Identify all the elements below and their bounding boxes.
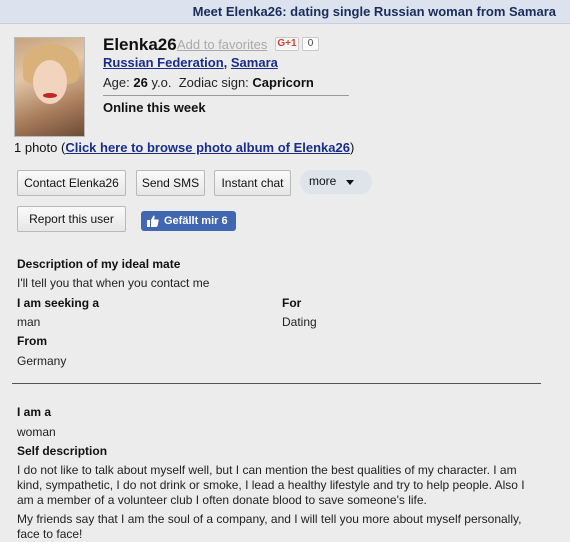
more-label: more xyxy=(309,174,337,188)
age-zodiac-line: Age: 26 y.o. Zodiac sign: Capricorn xyxy=(103,75,314,90)
section-divider xyxy=(12,383,541,384)
for-label: For xyxy=(282,296,302,310)
ideal-mate-label: Description of my ideal mate xyxy=(17,257,181,271)
location-comma: , xyxy=(223,55,231,70)
instant-chat-button[interactable]: Instant chat xyxy=(214,170,291,196)
seeking-value: man xyxy=(17,315,41,329)
from-value: Germany xyxy=(17,354,67,368)
photo-count: 1 photo ( xyxy=(14,140,66,155)
report-user-button[interactable]: Report this user xyxy=(17,206,126,232)
zodiac-value: Capricorn xyxy=(252,75,314,90)
photo-album-link[interactable]: Click here to browse photo album of Elen… xyxy=(65,140,350,155)
chevron-down-icon xyxy=(346,180,354,185)
city-link[interactable]: Samara xyxy=(231,55,278,70)
self-description-paragraph-2: My friends say that I am the soul of a c… xyxy=(17,512,522,541)
ideal-mate-value: I'll tell you that when you contact me xyxy=(17,276,210,290)
country-link[interactable]: Russian Federation xyxy=(103,55,224,70)
profile-divider xyxy=(103,95,349,96)
seeking-label: I am seeking a xyxy=(17,296,100,310)
from-label: From xyxy=(17,334,47,348)
self-description-paragraph-1: I do not like to talk about myself well,… xyxy=(17,463,525,507)
photo-album-line: 1 photo (Click here to browse photo albu… xyxy=(14,140,354,155)
zodiac-prefix: Zodiac sign: xyxy=(178,75,249,90)
i-am-label: I am a xyxy=(17,405,52,419)
profile-name: Elenka26 xyxy=(103,35,177,54)
age-prefix: Age: xyxy=(103,75,130,90)
thumbs-up-icon xyxy=(147,215,159,227)
i-am-value: woman xyxy=(17,425,56,439)
self-description-label: Self description xyxy=(17,444,108,458)
online-status: Online this week xyxy=(103,100,206,115)
photo-lips xyxy=(43,93,57,98)
send-sms-button[interactable]: Send SMS xyxy=(136,170,205,196)
page-title: Meet Elenka26: dating single Russian wom… xyxy=(0,0,570,24)
gplus-count: 0 xyxy=(302,37,319,51)
age-unit: y.o. xyxy=(151,75,172,90)
add-to-favorites-link[interactable]: Add to favorites xyxy=(177,37,267,52)
facebook-like-button[interactable]: Gefällt mir 6 xyxy=(141,211,236,231)
contact-button[interactable]: Contact Elenka26 xyxy=(17,170,126,196)
gplus-button[interactable]: G+1 xyxy=(275,37,299,51)
location: Russian Federation, Samara xyxy=(103,55,278,70)
profile-photo[interactable] xyxy=(14,37,85,137)
facebook-like-label: Gefällt mir 6 xyxy=(164,215,228,227)
photo-album-close: ) xyxy=(349,140,355,155)
for-value: Dating xyxy=(282,315,317,329)
more-button[interactable]: more xyxy=(300,170,372,194)
age-value: 26 xyxy=(133,75,148,90)
